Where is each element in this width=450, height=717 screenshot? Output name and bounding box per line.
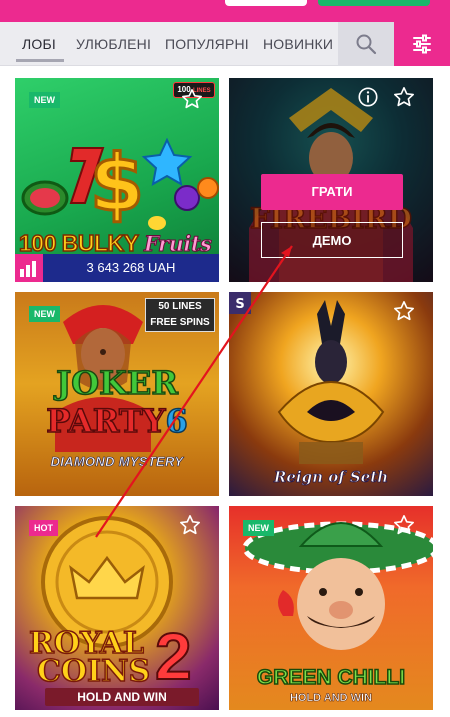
jackpot-amount: 3 643 268 UAH <box>86 260 176 275</box>
jackpot-icon <box>15 254 43 282</box>
logo-digit: 2 <box>154 618 193 694</box>
tab-popular[interactable]: ПОПУЛЯРНІ <box>165 22 249 66</box>
jackpot-bar: 3 643 268 UAH <box>15 254 219 282</box>
search-icon <box>356 34 377 55</box>
favorite-star-icon[interactable] <box>179 514 201 536</box>
tab-lobby[interactable]: ЛОБІ <box>16 22 64 66</box>
fruit-artwork: $ <box>21 138 219 231</box>
logo-bottom-row: PARTY6 <box>45 401 188 441</box>
favorite-star-icon[interactable] <box>393 514 415 536</box>
header-register-button[interactable] <box>318 0 430 6</box>
search-button[interactable] <box>338 22 394 66</box>
game-tile-joker-party[interactable]: NEW 50 LINES FREE SPINS JOKER PARTY6 DIA… <box>15 292 219 496</box>
logo-sub: HOLD AND WIN <box>45 688 199 706</box>
info-icon[interactable] <box>357 86 379 108</box>
badge-new: NEW <box>243 520 274 536</box>
play-button[interactable]: ГРАТИ <box>261 174 403 210</box>
logo-sub: DIAMOND MYSTERY <box>50 454 184 470</box>
game-logo: Reign of Seth <box>273 468 389 487</box>
svg-text:S: S <box>235 297 244 312</box>
game-tile-green-chilli[interactable]: NEW GREEN CHILLI HOLD AND WIN <box>229 506 433 710</box>
game-tile-royal-coins[interactable]: HOT ROYAL COINS 2 HOLD AND WIN <box>15 506 219 710</box>
game-logo: 100 BULKY Fruits <box>18 229 212 257</box>
spins-label-box: 50 LINES FREE SPINS <box>145 298 215 332</box>
tab-favorites[interactable]: УЛЮБЛЕНІ <box>76 22 151 66</box>
category-nav: ЛОБІ УЛЮБЛЕНІ ПОПУЛЯРНІ НОВИНКИ <box>0 22 450 66</box>
badge-new: NEW <box>29 306 60 322</box>
logo-sub: HOLD AND WIN <box>289 692 373 705</box>
logo-top: GREEN CHILLI <box>256 665 406 690</box>
top-header <box>0 0 450 22</box>
seth-artwork <box>277 300 385 464</box>
svg-text:$: $ <box>90 139 144 229</box>
favorite-star-icon[interactable] <box>181 88 203 110</box>
filter-sliders-icon <box>413 34 431 54</box>
favorite-star-icon[interactable] <box>393 86 415 108</box>
header-login-button[interactable] <box>225 0 307 6</box>
game-tile-reign-of-seth[interactable]: S Reign of Seth <box>229 292 433 496</box>
game-tile-firebird-spirit[interactable]: FIREBIRD ГРАТИ ДЕМО <box>229 78 433 282</box>
badge-new: NEW <box>29 92 60 108</box>
badge-hot: HOT <box>29 520 58 536</box>
tab-new[interactable]: НОВИНКИ <box>263 22 333 66</box>
filter-button[interactable] <box>394 22 450 66</box>
favorite-star-icon[interactable] <box>393 300 415 322</box>
demo-button[interactable]: ДЕМО <box>261 222 403 258</box>
provider-s-icon: S <box>229 292 251 314</box>
logo-top: JOKER <box>55 363 178 403</box>
game-tile-bulky-fruits[interactable]: NEW 100 LINES $ 100 BULKY Fruits 3 643 2… <box>15 78 219 282</box>
